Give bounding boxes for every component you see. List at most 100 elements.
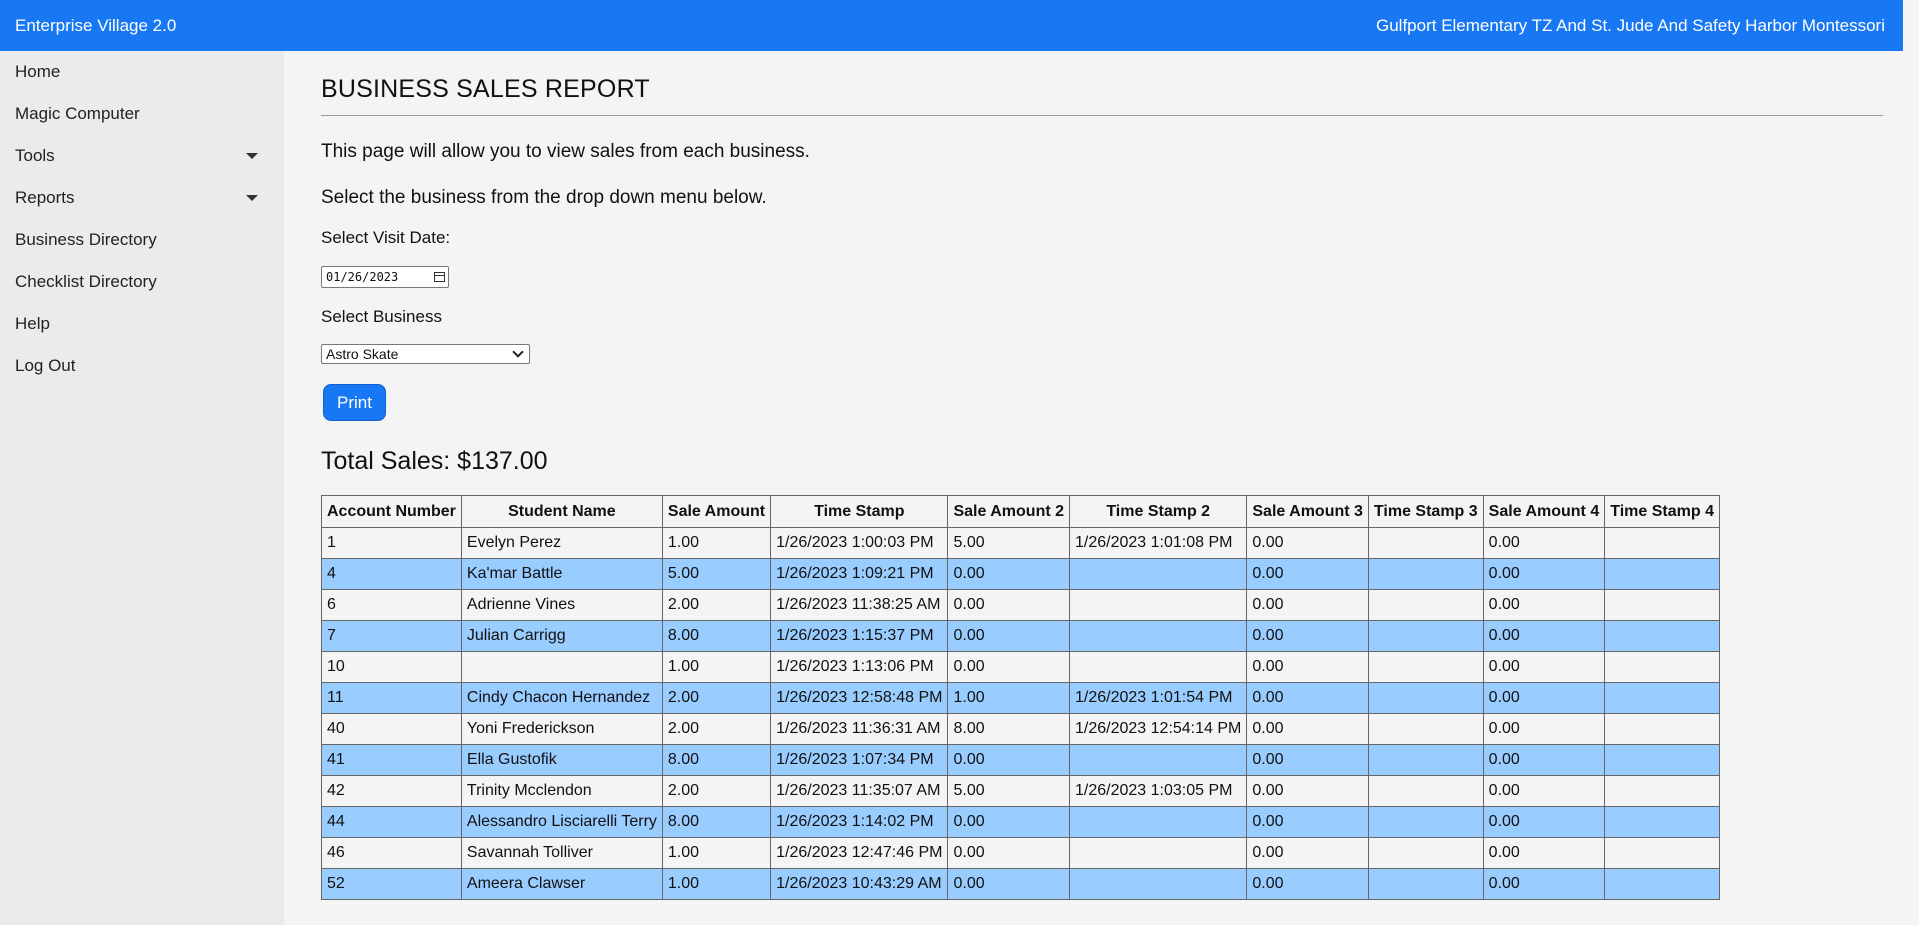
table-cell: 1 <box>321 527 462 559</box>
table-cell: 4 <box>321 558 462 590</box>
table-cell <box>1604 589 1720 621</box>
caret-down-icon[interactable] <box>246 153 258 159</box>
table-cell: 1/26/2023 1:14:02 PM <box>770 806 949 838</box>
table-cell: 0.00 <box>1246 744 1369 776</box>
table-cell <box>1069 837 1248 869</box>
table-cell: 1.00 <box>661 837 772 869</box>
table-cell: 0.00 <box>1246 589 1369 621</box>
sidebar-item-label: Magic Computer <box>15 104 140 123</box>
table-cell <box>1069 558 1248 590</box>
column-header: Time Stamp 2 <box>1069 495 1248 528</box>
table-cell: 8.00 <box>661 806 772 838</box>
sidebar-item-magic-computer[interactable]: Magic Computer <box>0 93 284 135</box>
column-header: Sale Amount 3 <box>1246 495 1369 528</box>
caret-down-icon[interactable] <box>246 195 258 201</box>
table-cell <box>1604 775 1720 807</box>
table-cell <box>1604 558 1720 590</box>
table-cell: Julian Carrigg <box>460 620 663 652</box>
table-cell: 7 <box>321 620 462 652</box>
table-cell <box>1069 744 1248 776</box>
sidebar-item-label: Business Directory <box>15 230 157 249</box>
table-cell <box>1604 744 1720 776</box>
table-cell: 0.00 <box>1482 837 1606 869</box>
table-cell: Alessandro Lisciarelli Terry <box>460 806 663 838</box>
table-cell <box>1604 651 1720 683</box>
table-cell <box>1367 806 1484 838</box>
org-name: Gulfport Elementary TZ And St. Jude And … <box>1376 15 1885 35</box>
table-cell: 0.00 <box>1482 651 1606 683</box>
table-row: 42 Trinity Mcclendon 2.00 1/26/2023 11:35:0… <box>321 775 1720 807</box>
table-cell: 0.00 <box>947 806 1071 838</box>
table-cell: 0.00 <box>1246 527 1369 559</box>
table-cell <box>1604 713 1720 745</box>
table-cell: 1/26/2023 1:15:37 PM <box>770 620 949 652</box>
table-row: 11 Cindy Chacon Hernandez 2.00 1/26/2023 12… <box>321 682 1720 714</box>
sidebar-item-tools[interactable]: Tools <box>0 135 284 177</box>
business-label: Select Business <box>321 307 442 326</box>
sidebar-item-home[interactable]: Home <box>0 51 284 93</box>
table-body: 1 Evelyn Perez 1.00 1/26/2023 1:00:03 PM 5.0… <box>321 527 1720 900</box>
table-cell <box>1367 527 1484 559</box>
table-cell: 1/26/2023 1:13:06 PM <box>770 651 949 683</box>
table-cell: 0.00 <box>1482 868 1606 900</box>
table-cell: 1/26/2023 12:54:14 PM <box>1069 713 1248 745</box>
instruction-text: Select the business from the drop down m… <box>321 187 767 208</box>
table-cell: Adrienne Vines <box>460 589 663 621</box>
table-cell: 10 <box>321 651 462 683</box>
sidebar-item-reports[interactable]: Reports <box>0 177 284 219</box>
table-cell: 0.00 <box>1482 744 1606 776</box>
column-header: Account Number <box>321 495 462 528</box>
sidebar-item-checklist-directory[interactable]: Checklist Directory <box>0 261 284 303</box>
table-cell: 44 <box>321 806 462 838</box>
table-cell: 1.00 <box>661 527 772 559</box>
sidebar: Home Magic Computer Tools Reports Busine… <box>0 51 284 925</box>
table-cell: 1/26/2023 11:36:31 AM <box>770 713 949 745</box>
business-selected-value: Astro Skate <box>326 346 399 362</box>
sidebar-item-label: Log Out <box>15 356 76 375</box>
page-title: BUSINESS SALES REPORT <box>321 75 650 103</box>
table-cell: 2.00 <box>661 713 772 745</box>
table-cell: 0.00 <box>1246 837 1369 869</box>
print-button[interactable]: Print <box>323 384 386 421</box>
visit-date-label: Select Visit Date: <box>321 228 451 247</box>
table-row: 41 Ella Gustofik 8.00 1/26/2023 1:07:34 PM 0… <box>321 744 1720 776</box>
table-cell: 5.00 <box>947 527 1071 559</box>
table-cell: 0.00 <box>1246 682 1369 714</box>
visit-date-value: 01/26/2023 <box>326 270 399 284</box>
table-cell: 2.00 <box>661 682 772 714</box>
table-cell <box>1069 806 1248 838</box>
sidebar-item-log-out[interactable]: Log Out <box>0 345 284 387</box>
table-cell <box>1069 868 1248 900</box>
table-cell: 52 <box>321 868 462 900</box>
calendar-icon[interactable] <box>434 272 445 282</box>
app-title[interactable]: Enterprise Village 2.0 <box>15 16 176 36</box>
sidebar-item-help[interactable]: Help <box>0 303 284 345</box>
table-cell: 0.00 <box>1246 806 1369 838</box>
table-cell <box>1367 682 1484 714</box>
sidebar-item-business-directory[interactable]: Business Directory <box>0 219 284 261</box>
table-cell: 0.00 <box>947 744 1071 776</box>
business-select[interactable]: Astro Skate <box>321 344 530 364</box>
sidebar-item-label: Tools <box>15 146 55 165</box>
visit-date-input[interactable]: 01/26/2023 <box>321 266 449 288</box>
table-cell: 0.00 <box>947 620 1071 652</box>
table-cell <box>1069 651 1248 683</box>
table-cell: 0.00 <box>1482 682 1606 714</box>
table-cell: 1/26/2023 11:35:07 AM <box>770 775 949 807</box>
table-cell <box>1069 589 1248 621</box>
table-cell: 0.00 <box>1246 868 1369 900</box>
table-cell: 0.00 <box>1246 713 1369 745</box>
table-cell: 0.00 <box>947 868 1071 900</box>
intro-text: This page will allow you to view sales f… <box>321 141 810 162</box>
table-cell: Savannah Tolliver <box>460 837 663 869</box>
table-cell <box>1367 651 1484 683</box>
table-row: 44 Alessandro Lisciarelli Terry 8.00 1/26/2… <box>321 806 1720 838</box>
table-cell: 1/26/2023 1:00:03 PM <box>770 527 949 559</box>
table-cell: Yoni Frederickson <box>460 713 663 745</box>
table-cell: Ella Gustofik <box>460 744 663 776</box>
table-cell: Ameera Clawser <box>460 868 663 900</box>
table-cell: 8.00 <box>661 744 772 776</box>
table-cell: Evelyn Perez <box>460 527 663 559</box>
table-cell: 1/26/2023 1:07:34 PM <box>770 744 949 776</box>
table-cell: 0.00 <box>1482 620 1606 652</box>
